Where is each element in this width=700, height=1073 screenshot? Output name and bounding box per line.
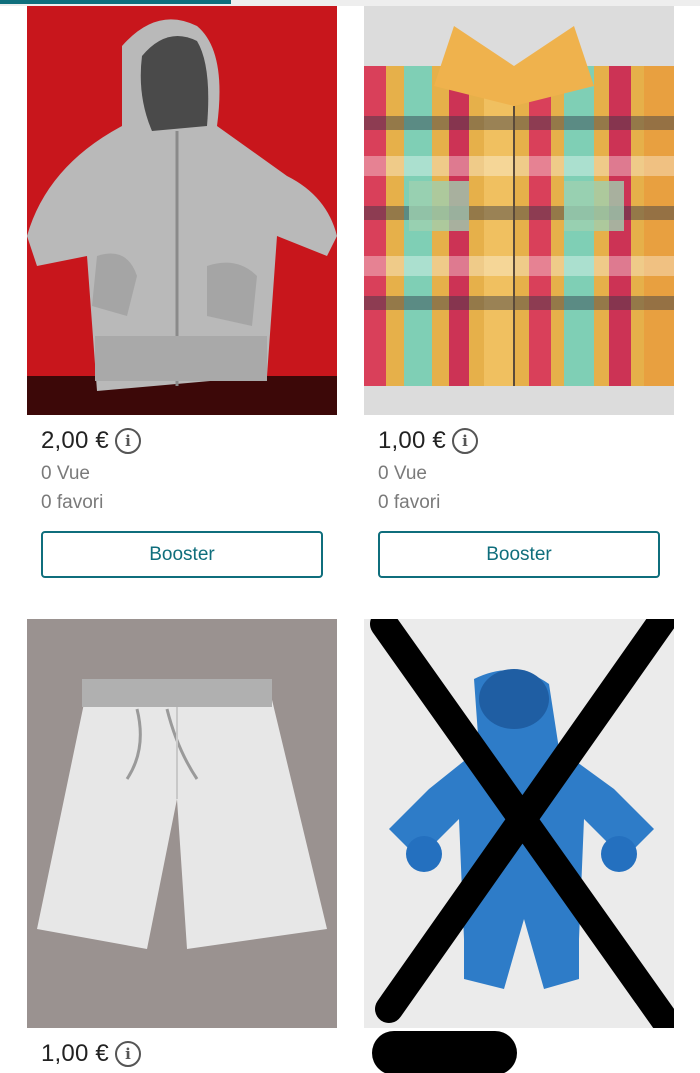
item-price: 1,00 € (41, 1040, 109, 1067)
plaid-shirt-image (364, 6, 674, 415)
snowsuit-image (364, 619, 674, 1028)
hoodie-image (27, 6, 337, 415)
item-views: 0 Vue (41, 463, 90, 484)
item-photo-shorts[interactable] (27, 619, 337, 1028)
info-icon[interactable]: i (114, 428, 141, 454)
booster-button[interactable]: Booster (378, 531, 660, 578)
item-favorites: 0 favori (378, 492, 441, 513)
item-price: 1,00 € (378, 427, 446, 454)
item-price: 2,00 € (41, 427, 109, 454)
scribble-redaction (372, 1031, 517, 1073)
shorts-image (27, 619, 337, 1028)
item-photo-hoodie[interactable] (27, 6, 337, 415)
item-favorites: 0 favori (41, 492, 104, 513)
info-icon[interactable]: i (451, 428, 478, 454)
item-photo-snowsuit[interactable] (364, 619, 674, 1028)
booster-button[interactable]: Booster (41, 531, 323, 578)
top-progress-fill (0, 0, 231, 4)
info-icon[interactable]: i (114, 1041, 141, 1067)
item-photo-shirt[interactable] (364, 6, 674, 415)
item-views: 0 Vue (378, 463, 427, 484)
